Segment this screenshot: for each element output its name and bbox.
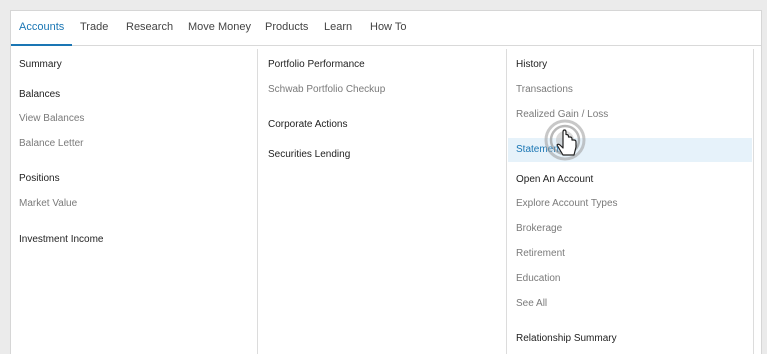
menu-statements[interactable]: Statements (516, 144, 567, 155)
menu-portfolio-checkup[interactable]: Schwab Portfolio Checkup (268, 84, 385, 95)
menu-open-account[interactable]: Open An Account (516, 174, 593, 185)
tab-learn[interactable]: Learn (324, 11, 352, 45)
menu-investment-income[interactable]: Investment Income (19, 234, 103, 245)
menu-history[interactable]: History (516, 59, 547, 70)
tab-products[interactable]: Products (265, 11, 308, 45)
menu-brokerage[interactable]: Brokerage (516, 223, 562, 234)
menu-explore-account-types[interactable]: Explore Account Types (516, 198, 618, 209)
menu-see-all[interactable]: See All (516, 298, 547, 309)
top-nav-tabs: Accounts Trade Research Move Money Produ… (10, 11, 761, 46)
menu-market-value[interactable]: Market Value (19, 198, 77, 209)
tab-how-to[interactable]: How To (370, 11, 406, 45)
column-divider (753, 49, 754, 354)
navigation-mega-menu: Accounts Trade Research Move Money Produ… (10, 10, 762, 354)
menu-education[interactable]: Education (516, 273, 560, 284)
menu-relationship-summary[interactable]: Relationship Summary (516, 333, 617, 344)
menu-realized-gain-loss[interactable]: Realized Gain / Loss (516, 109, 608, 120)
menu-portfolio-performance[interactable]: Portfolio Performance (268, 59, 365, 70)
tab-accounts[interactable]: Accounts (10, 11, 73, 46)
menu-securities-lending[interactable]: Securities Lending (268, 149, 350, 160)
menu-balances[interactable]: Balances (19, 89, 60, 100)
menu-balance-letter[interactable]: Balance Letter (19, 138, 84, 149)
menu-corporate-actions[interactable]: Corporate Actions (268, 119, 348, 130)
tab-research[interactable]: Research (126, 11, 173, 45)
menu-view-balances[interactable]: View Balances (19, 113, 84, 124)
tab-move-money[interactable]: Move Money (188, 11, 251, 45)
column-divider (506, 49, 507, 354)
column-divider (257, 49, 258, 354)
menu-summary[interactable]: Summary (19, 59, 62, 70)
tab-trade[interactable]: Trade (80, 11, 108, 45)
menu-retirement[interactable]: Retirement (516, 248, 565, 259)
menu-transactions[interactable]: Transactions (516, 84, 573, 95)
menu-positions[interactable]: Positions (19, 173, 60, 184)
